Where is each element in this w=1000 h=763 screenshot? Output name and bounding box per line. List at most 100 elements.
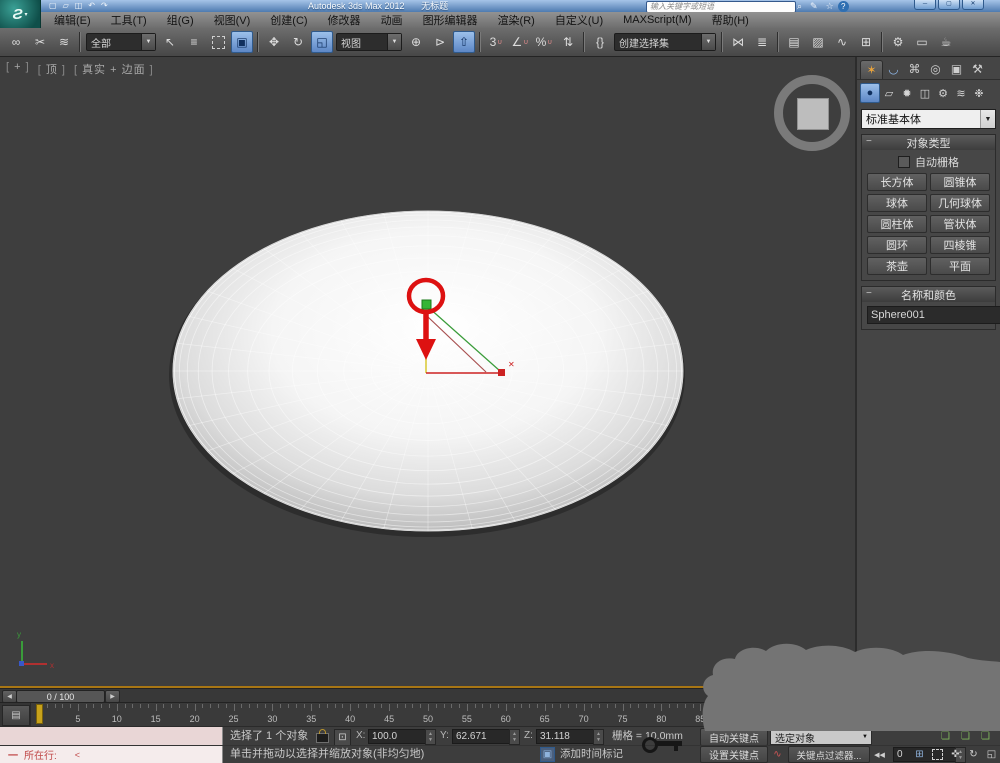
select-object-icon[interactable]: ↖ bbox=[159, 31, 181, 53]
set-keys-key-icon[interactable] bbox=[640, 730, 686, 756]
set-key-button[interactable]: 设置关键点 bbox=[700, 746, 768, 763]
maximize-viewport-icon[interactable]: ◱ bbox=[984, 747, 999, 762]
absolute-offset-mode-icon[interactable]: ⊡ bbox=[334, 729, 351, 746]
menu-item-0[interactable]: 编辑(E) bbox=[44, 12, 101, 28]
isolate-selection-icon[interactable] bbox=[930, 747, 945, 762]
render-production-icon[interactable]: ☕ bbox=[935, 31, 957, 53]
help-icon[interactable]: ? bbox=[838, 1, 849, 12]
edit-named-selection-sets-icon[interactable]: {} bbox=[589, 31, 611, 53]
select-by-name-icon[interactable]: ≡ bbox=[183, 31, 205, 53]
subtab-cameras[interactable]: ◫ bbox=[916, 84, 934, 102]
listener-scroll-arrow[interactable]: < bbox=[75, 750, 80, 760]
unlink-selection-icon[interactable]: ✂ bbox=[29, 31, 51, 53]
object-button-0[interactable]: 长方体 bbox=[867, 173, 927, 191]
bind-to-space-warp-icon[interactable]: ≋ bbox=[53, 31, 75, 53]
subtab-shapes[interactable]: ▱ bbox=[880, 84, 898, 102]
orbit-icon[interactable]: ↻ bbox=[966, 747, 981, 762]
ribbon-toggle-icon[interactable]: ▨ bbox=[807, 31, 829, 53]
viewport-menu-general[interactable]: + bbox=[6, 61, 30, 77]
auto-key-button[interactable]: 自动关键点 bbox=[700, 728, 768, 746]
zoom-extents-all-icon[interactable]: ❏ bbox=[958, 729, 973, 744]
object-button-9[interactable]: 平面 bbox=[930, 257, 990, 275]
search-icon[interactable]: ⌕ bbox=[797, 0, 802, 12]
mini-curve-editor-button[interactable]: ▤ bbox=[2, 705, 30, 726]
layer-manager-icon[interactable]: ▤ bbox=[783, 31, 805, 53]
close-button[interactable]: ✕ bbox=[962, 0, 984, 10]
add-time-tag[interactable]: 添加时间标记 bbox=[560, 746, 623, 763]
application-menu-button[interactable]: Ƨ ▾ bbox=[0, 0, 41, 28]
tab-motion[interactable]: ◎ bbox=[925, 60, 946, 78]
save-file-icon[interactable]: ◫ bbox=[75, 0, 83, 12]
subtab-spacewarps[interactable]: ≋ bbox=[952, 84, 970, 102]
redo-icon[interactable]: ↷ bbox=[101, 0, 108, 12]
autogrid-checkbox[interactable] bbox=[898, 156, 910, 168]
viewcube-top-face[interactable] bbox=[797, 98, 829, 130]
favorites-icon[interactable]: ☆ bbox=[826, 0, 834, 12]
object-name-field[interactable] bbox=[867, 306, 1000, 324]
gizmo-y-handle[interactable] bbox=[422, 300, 431, 309]
menu-item-1[interactable]: 工具(T) bbox=[101, 12, 157, 28]
undo-icon[interactable]: ↶ bbox=[88, 0, 95, 12]
angle-snap-icon[interactable]: ∠∪ bbox=[509, 31, 531, 53]
object-button-2[interactable]: 球体 bbox=[867, 194, 927, 212]
gizmo-x-handle[interactable] bbox=[498, 369, 505, 376]
y-coordinate-field[interactable] bbox=[452, 729, 510, 744]
new-file-icon[interactable]: ▢ bbox=[49, 0, 57, 12]
selected-filter-dropdown[interactable]: 选定对象 ▼ bbox=[770, 729, 872, 745]
named-selection-sets-dropdown[interactable]: 创建选择集 ▼ bbox=[614, 33, 716, 51]
x-spinner[interactable]: ▲▼ bbox=[425, 729, 436, 745]
tab-create[interactable]: ✶ bbox=[860, 60, 883, 79]
rendered-frame-window-icon[interactable]: ▭ bbox=[911, 31, 933, 53]
tab-modify[interactable]: ◡ bbox=[883, 60, 904, 78]
object-button-1[interactable]: 圆锥体 bbox=[930, 173, 990, 191]
rollout-name-color-header[interactable]: − 名称和颜色 bbox=[862, 287, 995, 302]
maxscript-mini-listener[interactable] bbox=[0, 727, 223, 745]
menu-item-11[interactable]: 帮助(H) bbox=[702, 12, 759, 28]
x-coordinate-field[interactable] bbox=[368, 729, 426, 744]
window-crossing-toggle-icon[interactable]: ▣ bbox=[231, 31, 253, 53]
curve-editor-icon[interactable]: ∿ bbox=[831, 31, 853, 53]
current-frame-marker[interactable] bbox=[36, 704, 43, 724]
select-and-scale-icon[interactable]: ◱ bbox=[311, 31, 333, 53]
object-button-6[interactable]: 圆环 bbox=[867, 236, 927, 254]
time-configuration-icon[interactable]: ⊞ bbox=[912, 747, 927, 762]
menu-item-3[interactable]: 视图(V) bbox=[204, 12, 261, 28]
viewcube[interactable] bbox=[774, 75, 850, 151]
zoom-extents-icon[interactable]: ❏ bbox=[938, 729, 953, 744]
pan-hand-icon[interactable]: ✜ bbox=[948, 747, 963, 762]
menu-item-6[interactable]: 动画 bbox=[371, 12, 413, 28]
object-button-8[interactable]: 茶壶 bbox=[867, 257, 927, 275]
reference-coordinate-dropdown[interactable]: 视图 ▼ bbox=[336, 33, 402, 51]
menu-item-9[interactable]: 自定义(U) bbox=[545, 12, 613, 28]
selection-lock-icon[interactable] bbox=[316, 733, 329, 743]
y-spinner[interactable]: ▲▼ bbox=[509, 729, 520, 745]
selection-filter-dropdown[interactable]: 全部 ▼ bbox=[86, 33, 156, 51]
key-filters-button[interactable]: 关键点过滤器... bbox=[788, 746, 870, 763]
snaps-toggle-icon[interactable]: 3∪ bbox=[485, 31, 507, 53]
time-tag-icon[interactable]: ▣ bbox=[540, 747, 555, 762]
communication-icon[interactable]: ✎ bbox=[810, 0, 818, 12]
viewport-top[interactable]: ✕ y x + 顶 真实 + 边面 bbox=[0, 57, 857, 688]
subtab-helpers[interactable]: ⚙ bbox=[934, 84, 952, 102]
select-and-rotate-icon[interactable]: ↻ bbox=[287, 31, 309, 53]
object-button-3[interactable]: 几何球体 bbox=[930, 194, 990, 212]
align-icon[interactable]: ≣ bbox=[751, 31, 773, 53]
primitive-category-dropdown[interactable]: 标准基本体 ▼ bbox=[861, 109, 996, 129]
menu-item-2[interactable]: 组(G) bbox=[157, 12, 204, 28]
object-button-4[interactable]: 圆柱体 bbox=[867, 215, 927, 233]
timeline-ruler[interactable]: 051015202530354045505560657075808590 bbox=[30, 703, 746, 727]
zoom-all-icon[interactable]: ❏ bbox=[978, 729, 993, 744]
rollout-object-type-header[interactable]: − 对象类型 bbox=[862, 135, 995, 150]
use-center-flyout-icon[interactable]: ⊕ bbox=[405, 31, 427, 53]
subtab-systems[interactable]: ❉ bbox=[970, 84, 988, 102]
percent-snap-icon[interactable]: %∪ bbox=[533, 31, 555, 53]
z-coordinate-field[interactable] bbox=[536, 729, 594, 744]
tab-display[interactable]: ▣ bbox=[946, 60, 967, 78]
minimize-button[interactable]: ─ bbox=[914, 0, 936, 10]
spinner-snap-icon[interactable]: ⇅ bbox=[557, 31, 579, 53]
maximize-button[interactable]: ▢ bbox=[938, 0, 960, 10]
rectangular-selection-region-icon[interactable] bbox=[207, 31, 229, 53]
key-mode-curve-icon[interactable]: ∿ bbox=[770, 747, 785, 762]
tab-utilities[interactable]: ⚒ bbox=[967, 60, 988, 78]
select-and-move-icon[interactable]: ✥ bbox=[263, 31, 285, 53]
